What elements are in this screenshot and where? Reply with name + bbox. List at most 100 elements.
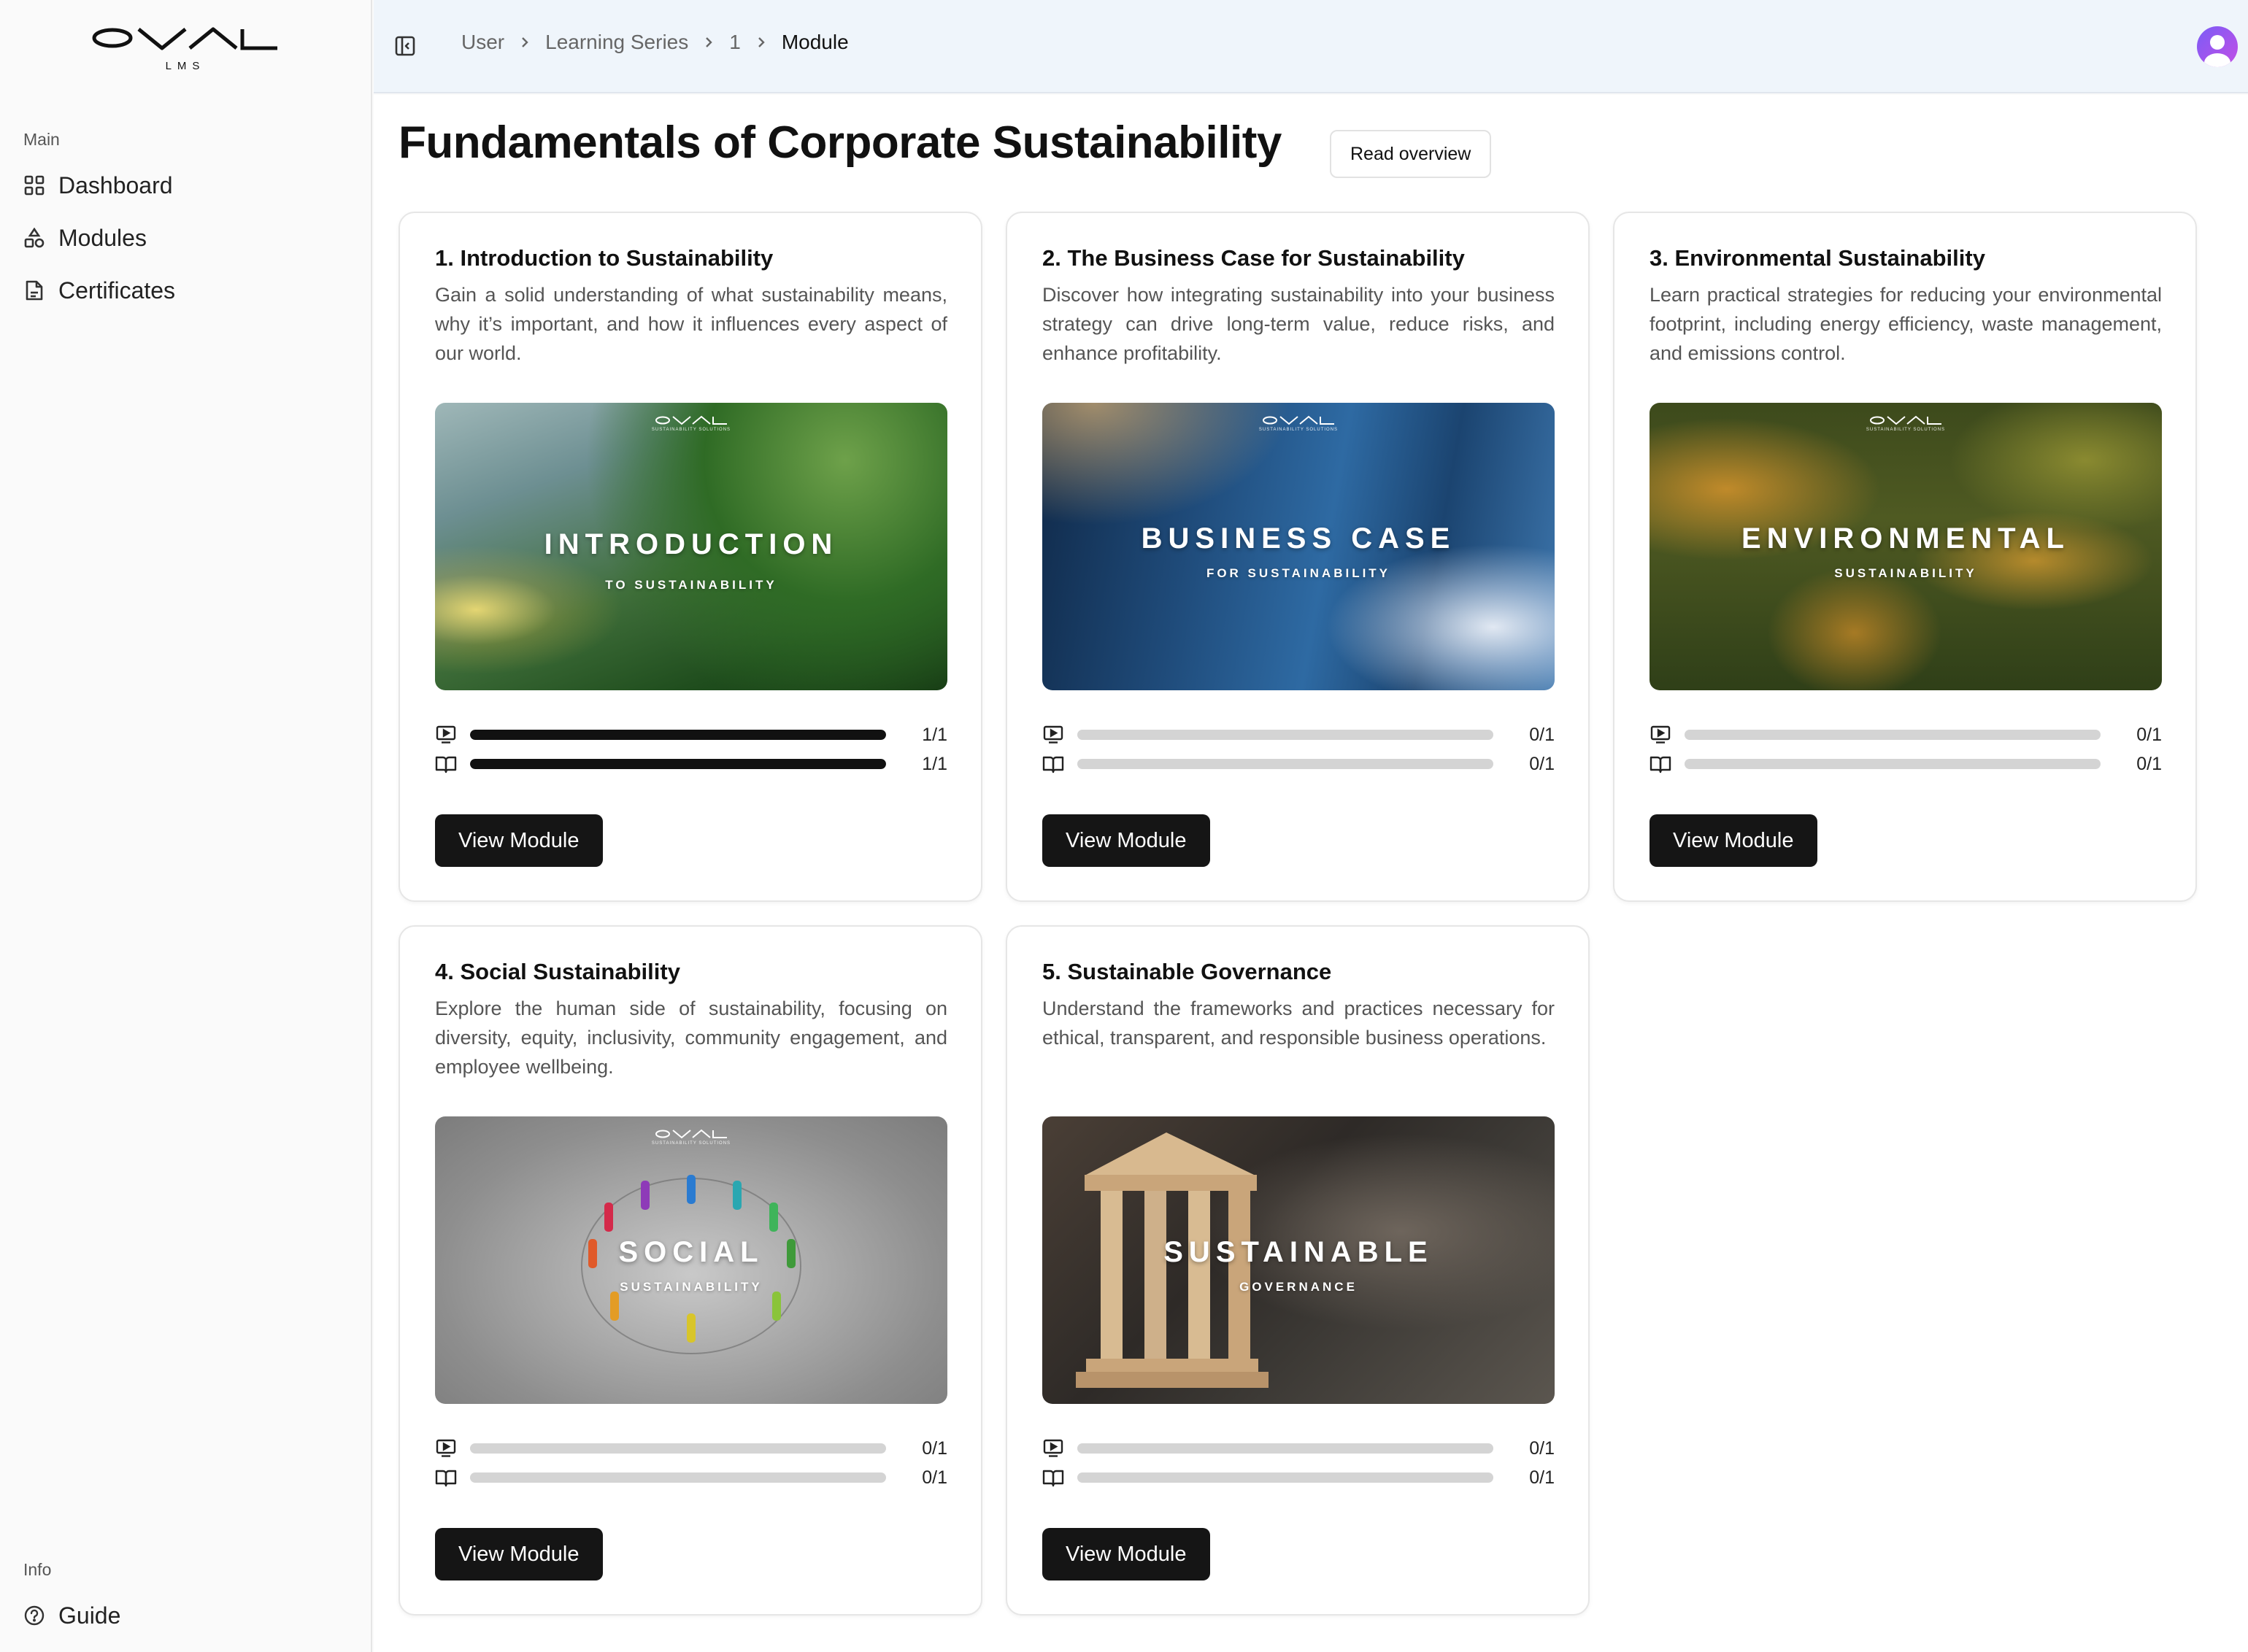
thumb-title: ENVIRONMENTAL (1741, 522, 2070, 555)
section-label-main: Main (23, 130, 60, 149)
view-module-button[interactable]: View Module (1042, 814, 1210, 867)
user-avatar[interactable] (2197, 26, 2238, 67)
section-label-info: Info (23, 1560, 52, 1579)
view-module-button[interactable]: View Module (435, 814, 603, 867)
thumb-title: SUSTAINABLE (1163, 1236, 1433, 1268)
reading-progress: 0/1 (1042, 753, 1555, 775)
progress-track (1077, 1443, 1493, 1454)
breadcrumb: User Learning Series 1 Module (461, 31, 849, 54)
module-thumbnail[interactable]: SUSTAINABILITY SOLUTIONS SOCIAL SUSTAINA… (435, 1116, 947, 1404)
video-progress: 0/1 (435, 1437, 947, 1459)
top-header: User Learning Series 1 Module (374, 0, 2248, 93)
module-card: 1. Introduction to Sustainability Gain a… (399, 212, 982, 902)
thumb-subtitle: FOR SUSTAINABILITY (1206, 566, 1391, 580)
progress-count: 0/1 (922, 1437, 947, 1459)
module-card: 4. Social Sustainability Explore the hum… (399, 925, 982, 1616)
video-progress: 0/1 (1042, 724, 1555, 746)
sidebar-item-guide[interactable]: Guide (23, 1595, 120, 1636)
thumb-brand: SUSTAINABILITY SOLUTIONS (1042, 414, 1555, 432)
read-overview-button[interactable]: Read overview (1330, 130, 1492, 178)
breadcrumb-learning-series[interactable]: Learning Series (545, 31, 688, 54)
oval-logo-mark (1263, 415, 1334, 425)
thumb-subtitle: TO SUSTAINABILITY (605, 578, 777, 592)
module-card: 2. The Business Case for Sustainability … (1006, 212, 1590, 902)
document-icon (23, 279, 45, 301)
thumb-subtitle: GOVERNANCE (1239, 1280, 1358, 1294)
sidebar-item-label: Dashboard (58, 171, 173, 198)
main-content: Fundamentals of Corporate Sustainability… (374, 95, 2248, 1652)
video-icon (435, 1437, 457, 1459)
thumb-brand-sub: SUSTAINABILITY SOLUTIONS (651, 428, 731, 432)
module-description: Gain a solid understanding of what susta… (435, 284, 947, 364)
module-description: Discover how integrating sustainability … (1042, 284, 1555, 364)
module-description: Understand the frameworks and practices … (1042, 997, 1555, 1049)
book-icon (1650, 753, 1671, 775)
book-icon (1042, 1467, 1064, 1489)
video-progress: 1/1 (435, 724, 947, 746)
oval-logo-mark (655, 415, 727, 425)
progress-count: 0/1 (1529, 1437, 1555, 1459)
progress-track (1685, 759, 2101, 769)
reading-progress: 0/1 (435, 1467, 947, 1489)
progress-track (1077, 1472, 1493, 1483)
chevron-right-icon (757, 36, 766, 49)
view-module-button[interactable]: View Module (1042, 1528, 1210, 1580)
progress-count: 1/1 (922, 724, 947, 745)
module-title: 1. Introduction to Sustainability (435, 245, 774, 271)
thumb-brand: SUSTAINABILITY SOLUTIONS (435, 1128, 947, 1146)
sidebar-item-modules[interactable]: Modules (23, 217, 147, 258)
view-module-button[interactable]: View Module (1650, 814, 1817, 867)
module-thumbnail[interactable]: SUSTAINABLE GOVERNANCE (1042, 1116, 1555, 1404)
sidebar-item-label: Modules (58, 224, 147, 251)
thumb-subtitle: SUSTAINABILITY (620, 1280, 763, 1294)
logo-subtitle: LMS (165, 60, 206, 72)
module-thumbnail[interactable]: SUSTAINABILITY SOLUTIONS INTRODUCTION TO… (435, 403, 947, 690)
module-card: 5. Sustainable Governance Understand the… (1006, 925, 1590, 1616)
video-icon (435, 724, 457, 746)
module-title: 2. The Business Case for Sustainability (1042, 245, 1465, 271)
book-icon (1042, 753, 1064, 775)
view-module-button[interactable]: View Module (435, 1528, 603, 1580)
thumb-subtitle: SUSTAINABILITY (1834, 566, 1977, 580)
thumb-title: INTRODUCTION (544, 528, 839, 560)
progress-count: 0/1 (1529, 1467, 1555, 1488)
page-title: Fundamentals of Corporate Sustainability (399, 117, 1282, 168)
thumb-brand-sub: SUSTAINABILITY SOLUTIONS (1866, 428, 1946, 432)
video-progress: 0/1 (1650, 724, 2162, 746)
oval-logo[interactable]: LMS (92, 25, 279, 77)
sidebar-item-certificates[interactable]: Certificates (23, 270, 175, 311)
progress-track (1077, 759, 1493, 769)
progress-count: 0/1 (2136, 724, 2162, 745)
progress-count: 1/1 (922, 753, 947, 774)
progress-count: 0/1 (922, 1467, 947, 1488)
chevron-right-icon (520, 36, 529, 49)
video-icon (1042, 1437, 1064, 1459)
progress-track (1077, 730, 1493, 740)
thumb-brand-sub: SUSTAINABILITY SOLUTIONS (1258, 428, 1339, 432)
reading-progress: 0/1 (1650, 753, 2162, 775)
sidebar-item-dashboard[interactable]: Dashboard (23, 165, 173, 206)
progress-track (1685, 730, 2101, 740)
module-title: 4. Social Sustainability (435, 959, 680, 984)
video-icon (1042, 724, 1064, 746)
sidebar-toggle-icon[interactable] (394, 35, 416, 57)
progress-fill (470, 730, 886, 740)
oval-logo-mark (92, 27, 277, 50)
breadcrumb-series-id[interactable]: 1 (729, 31, 741, 54)
thumb-title: BUSINESS CASE (1141, 522, 1456, 555)
progress-count: 0/1 (2136, 753, 2162, 774)
shapes-icon (23, 227, 45, 249)
sidebar-item-label: Guide (58, 1602, 121, 1629)
module-thumbnail[interactable]: SUSTAINABILITY SOLUTIONS ENVIRONMENTAL S… (1650, 403, 2162, 690)
progress-fill (470, 759, 886, 769)
module-description: Learn practical strategies for reducing … (1650, 284, 2162, 364)
breadcrumb-user[interactable]: User (461, 31, 504, 54)
sidebar: LMS Main Dashboard Modules Certificates … (0, 0, 372, 1652)
progress-count: 0/1 (1529, 724, 1555, 745)
thumb-title: SOCIAL (618, 1236, 764, 1268)
progress-count: 0/1 (1529, 753, 1555, 774)
oval-logo-mark (1870, 415, 1941, 425)
module-thumbnail[interactable]: SUSTAINABILITY SOLUTIONS BUSINESS CASE F… (1042, 403, 1555, 690)
reading-progress: 1/1 (435, 753, 947, 775)
module-card: 3. Environmental Sustainability Learn pr… (1613, 212, 2197, 902)
